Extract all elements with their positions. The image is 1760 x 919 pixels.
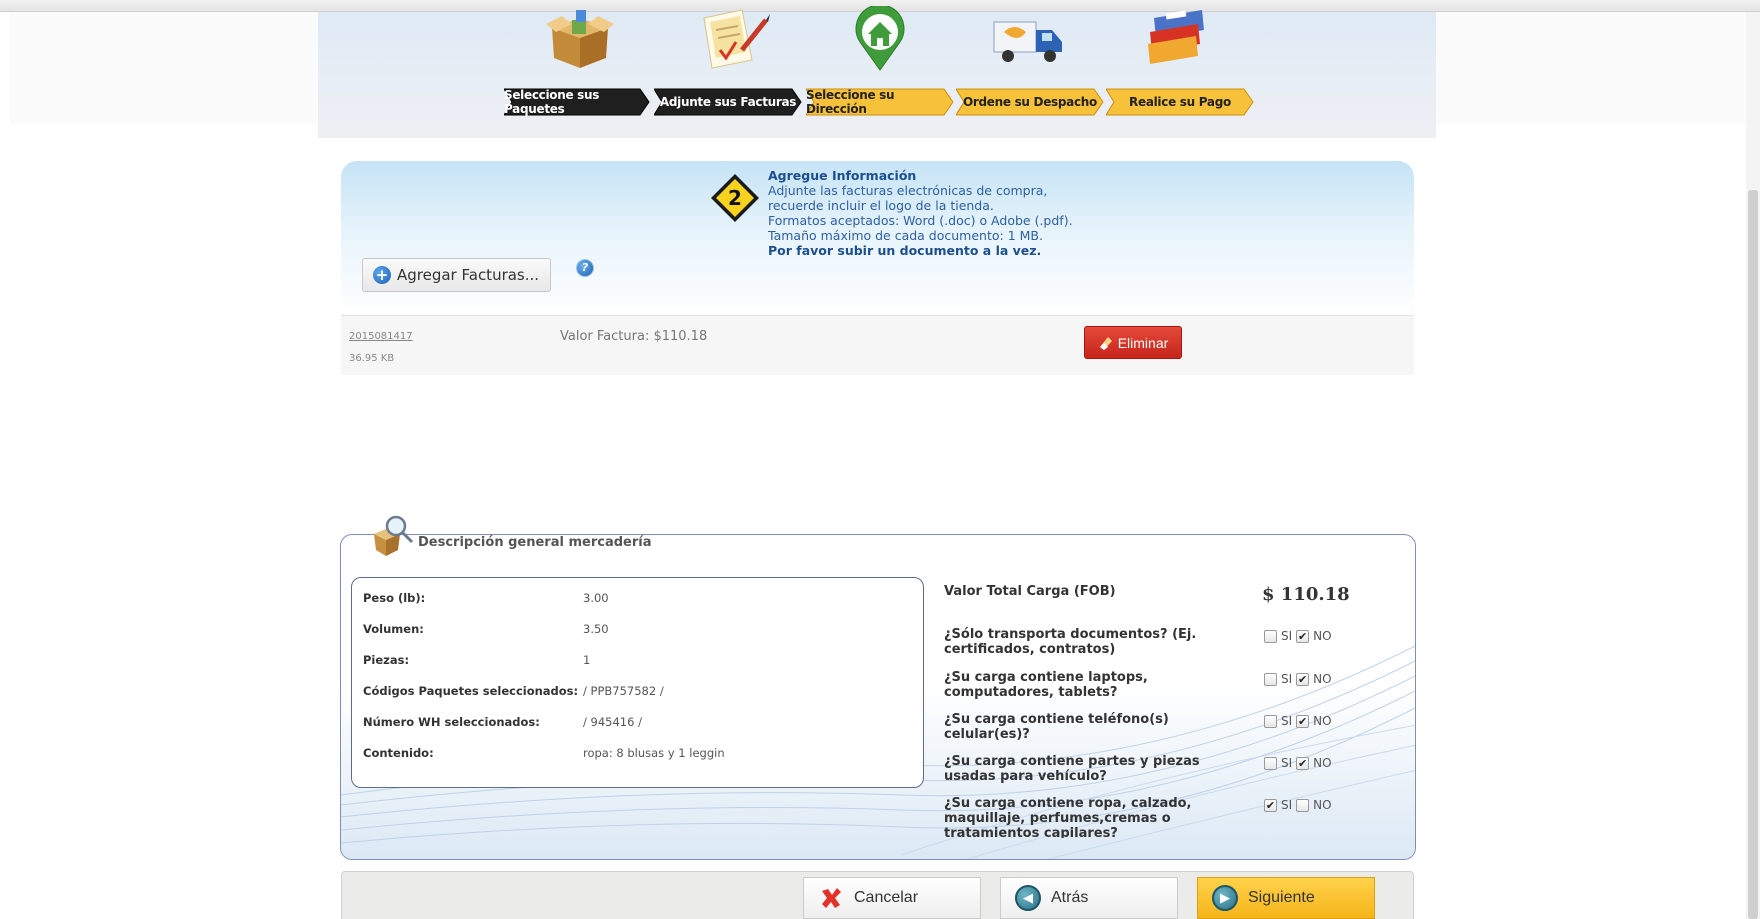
invoice-file-link[interactable]: 2015081417 [349, 331, 413, 342]
add-invoices-button[interactable]: + Agregar Facturas... [362, 258, 551, 292]
next-label: Siguiente [1248, 889, 1315, 906]
left-margin [10, 12, 318, 124]
delete-label: Eliminar [1117, 334, 1169, 351]
detail-label-volume: Volumen: [363, 622, 424, 636]
info-line: recuerde incluir el logo de la tienda. [768, 198, 994, 213]
checkbox-no[interactable] [1296, 798, 1310, 812]
step-label: Ordene su Despacho [962, 95, 1097, 109]
package-box-icon [546, 10, 614, 68]
upload-instructions: Agregue Información Adjunte las facturas… [768, 168, 1073, 258]
step-select-address[interactable]: Seleccione su Dirección [806, 88, 954, 116]
total-cargo-label: Valor Total Carga (FOB) [944, 584, 1116, 599]
cancel-x-icon [822, 888, 841, 908]
answer-documents: SI ✔ NO [1264, 629, 1332, 643]
step-label: Realice su Pago [1129, 95, 1231, 109]
invoice-value: Valor Factura: $110.18 [560, 329, 708, 344]
checkbox-no[interactable]: ✔ [1296, 756, 1310, 770]
step-number: 2 [728, 186, 742, 210]
delete-invoice-button[interactable]: Eliminar [1084, 326, 1182, 359]
checkbox-no[interactable]: ✔ [1296, 672, 1310, 686]
info-line: Tamaño máximo de cada documento: 1 MB. [768, 228, 1043, 243]
question-clothing: ¿Su carga contiene ropa, calzado, maquil… [944, 796, 1192, 838]
answer-phones: SI ✔ NO [1264, 714, 1332, 728]
detail-value-content: ropa: 8 blusas y 1 leggin [583, 746, 725, 760]
magnifier-package-icon [374, 515, 414, 556]
step-label: Seleccione su Dirección [806, 88, 895, 116]
question-documents: ¿Sólo transporta documentos? (Ej. certif… [944, 627, 1197, 657]
checkbox-no[interactable]: ✔ [1296, 714, 1310, 728]
checkbox-yes[interactable] [1264, 756, 1277, 770]
detail-label-package-codes: Códigos Paquetes seleccionados: [363, 684, 579, 698]
detail-label-weight: Peso (lb): [363, 591, 426, 605]
arrow-left-icon: ◀ [1015, 885, 1041, 911]
cancel-label: Cancelar [854, 889, 919, 906]
plus-circle-icon: + [373, 266, 391, 284]
help-icon[interactable]: ? [576, 259, 594, 277]
delivery-truck-icon [993, 21, 1062, 62]
credit-card-icon [1148, 10, 1204, 64]
step-select-packages[interactable]: Seleccione sus Paquetes [504, 88, 650, 116]
yes-label: SI [1281, 672, 1293, 686]
no-label: NO [1313, 672, 1332, 686]
step-label: Adjunte sus Facturas [659, 95, 797, 109]
uploaded-invoice-row [341, 315, 1414, 375]
step-make-payment[interactable]: Realice su Pago [1106, 88, 1254, 116]
add-invoices-label: Agregar Facturas... [397, 266, 540, 284]
checkbox-yes[interactable] [1264, 672, 1277, 686]
question-laptops: ¿Su carga contiene laptops, computadores… [944, 670, 1148, 700]
yes-label: SI [1281, 756, 1293, 770]
yes-label: SI [1281, 714, 1293, 728]
checkbox-yes[interactable]: ✔ [1264, 798, 1277, 812]
detail-value-volume: 3.50 [583, 622, 609, 636]
step-number-diamond-icon: 2 [711, 174, 759, 222]
merchandise-title: Descripción general mercadería [418, 535, 652, 550]
question-vehicle-parts: ¿Su carga contiene partes y piezas usada… [944, 754, 1200, 784]
home-pin-icon [855, 6, 905, 71]
detail-label-pieces: Piezas: [363, 653, 410, 667]
invoice-pen-icon [703, 9, 770, 69]
answer-vehicle-parts: SI ✔ NO [1264, 756, 1332, 770]
no-label: NO [1313, 798, 1332, 812]
cancel-button[interactable]: Cancelar [803, 877, 981, 919]
answer-clothing: ✔ SI NO [1264, 798, 1332, 812]
detail-value-package-codes: / PPB757582 / [583, 684, 664, 698]
info-line: Formatos aceptados: Word (.doc) o Adobe … [768, 213, 1073, 228]
detail-value-pieces: 1 [583, 653, 591, 667]
no-label: NO [1313, 714, 1332, 728]
detail-value-weight: 3.00 [583, 591, 609, 605]
step-order-dispatch[interactable]: Ordene su Despacho [956, 88, 1104, 116]
question-phones: ¿Su carga contiene teléfono(s) celular(e… [944, 712, 1169, 742]
back-label: Atrás [1051, 889, 1089, 906]
eraser-icon [1099, 336, 1112, 350]
right-margin [1436, 12, 1746, 124]
no-label: NO [1313, 629, 1332, 643]
checkbox-no[interactable]: ✔ [1296, 629, 1310, 643]
checkbox-yes[interactable] [1264, 629, 1277, 643]
no-label: NO [1313, 756, 1332, 770]
total-cargo-value: $ 110.18 [1262, 584, 1350, 605]
info-title: Agregue Información [768, 168, 917, 183]
invoice-file-size: 36.95 KB [349, 353, 395, 364]
back-button[interactable]: ◀ Atrás [1000, 877, 1178, 919]
checkbox-yes[interactable] [1264, 714, 1277, 728]
scrollbar-thumb[interactable] [1748, 190, 1758, 919]
info-bold-line: Por favor subir un documento a la vez. [768, 243, 1042, 258]
next-button[interactable]: ▶ Siguiente [1197, 877, 1375, 919]
detail-label-wh-numbers: Número WH seleccionados: [363, 715, 540, 729]
info-line: Adjunte las facturas electrónicas de com… [768, 183, 1048, 198]
arrow-right-icon: ▶ [1212, 885, 1238, 911]
detail-label-content: Contenido: [363, 746, 434, 760]
step-attach-invoices[interactable]: Adjunte sus Facturas [654, 88, 802, 116]
yes-label: SI [1281, 629, 1293, 643]
answer-laptops: SI ✔ NO [1264, 672, 1332, 686]
yes-label: SI [1281, 798, 1293, 812]
detail-value-wh-numbers: / 945416 / [583, 715, 642, 729]
step-label: Seleccione sus Paquetes [504, 88, 600, 116]
